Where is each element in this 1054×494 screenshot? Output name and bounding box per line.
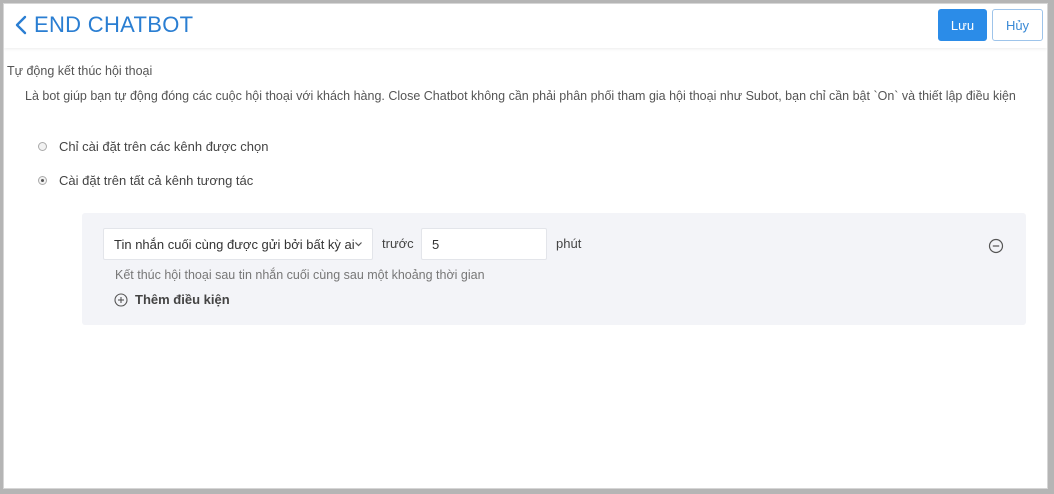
save-button[interactable]: Lưu	[938, 9, 987, 41]
condition-hint: Kết thúc hội thoại sau tin nhắn cuối cùn…	[115, 268, 485, 282]
unit-label: phút	[556, 236, 582, 251]
before-label: trước	[382, 236, 414, 251]
add-condition-label: Thêm điều kiện	[135, 292, 230, 307]
section-description: Là bot giúp bạn tự động đóng các cuộc hộ…	[25, 89, 1016, 103]
radio-button[interactable]	[38, 142, 47, 151]
trigger-select[interactable]: Tin nhắn cuối cùng được gửi bởi bất kỳ a…	[103, 228, 373, 260]
radio-label: Chỉ cài đặt trên các kênh được chọn	[59, 139, 269, 154]
trigger-select-value: Tin nhắn cuối cùng được gửi bởi bất kỳ a…	[114, 236, 355, 252]
plus-circle-icon	[114, 292, 128, 307]
radio-label: Cài đặt trên tất cả kênh tương tác	[59, 173, 254, 188]
add-condition-button[interactable]: Thêm điều kiện	[114, 292, 230, 307]
minutes-input[interactable]	[421, 228, 547, 260]
chevron-down-icon	[355, 242, 362, 247]
page-header: END CHATBOT Lưu Hủy	[4, 4, 1047, 48]
section-title: Tự động kết thúc hội thoại	[7, 64, 153, 78]
page-title: END CHATBOT	[34, 12, 194, 37]
chevron-left-icon	[15, 15, 27, 35]
end-chatbot-page: END CHATBOT Lưu Hủy Tự động kết thúc hội…	[3, 3, 1048, 489]
back-button[interactable]: END CHATBOT	[14, 12, 193, 38]
radio-option-selected-channels[interactable]: Chỉ cài đặt trên các kênh được chọn	[38, 139, 268, 154]
cancel-button[interactable]: Hủy	[992, 9, 1043, 41]
radio-option-all-channels[interactable]: Cài đặt trên tất cả kênh tương tác	[38, 173, 253, 188]
radio-button[interactable]	[38, 176, 47, 185]
remove-condition-icon[interactable]	[988, 238, 1004, 254]
condition-panel: Tin nhắn cuối cùng được gửi bởi bất kỳ a…	[82, 213, 1026, 325]
